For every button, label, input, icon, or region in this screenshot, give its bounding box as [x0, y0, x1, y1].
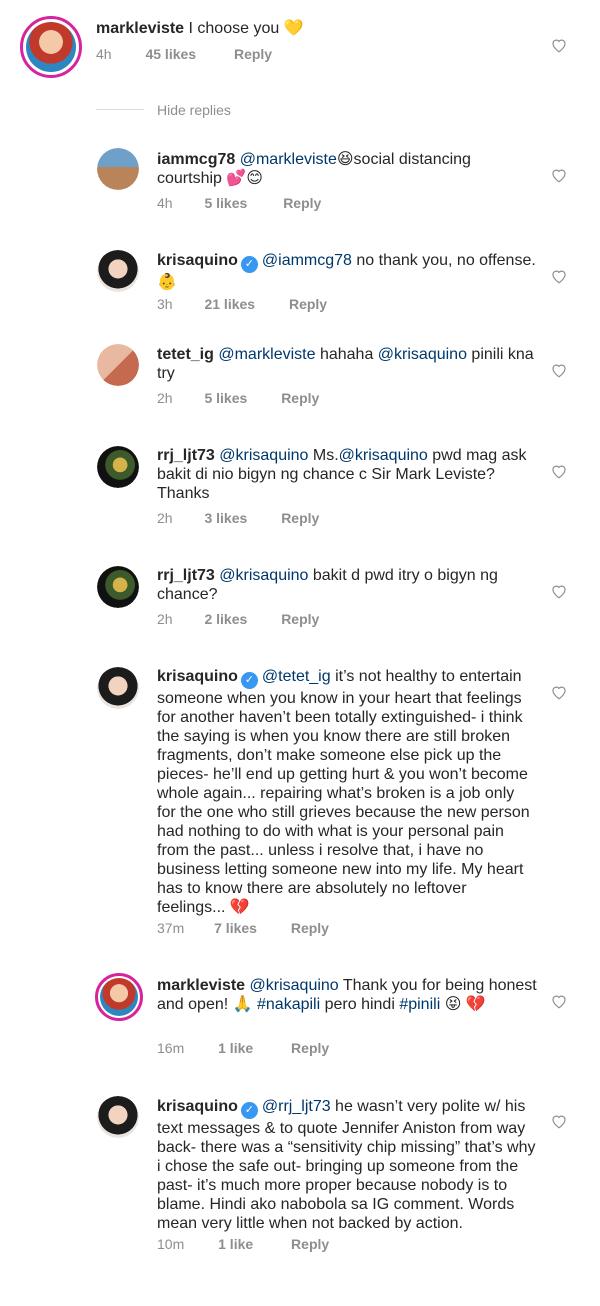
comment-meta: 2h 5 likes Reply: [157, 390, 319, 406]
comment-meta: 2h 3 likes Reply: [157, 510, 319, 526]
likes-count[interactable]: 2 likes: [204, 611, 247, 627]
timestamp: 2h: [157, 390, 173, 406]
likes-count[interactable]: 5 likes: [204, 390, 247, 406]
timestamp: 4h: [96, 46, 112, 62]
mention-link[interactable]: @markleviste: [218, 346, 315, 363]
heart-outline-icon[interactable]: [550, 462, 568, 480]
reply-button[interactable]: Reply: [281, 390, 319, 406]
username[interactable]: markleviste: [96, 20, 184, 37]
comment-meta: 3h 21 likes Reply: [157, 296, 327, 312]
avatar[interactable]: [97, 148, 139, 190]
avatar[interactable]: [95, 973, 143, 1021]
timestamp: 16m: [157, 1040, 185, 1056]
reply-button[interactable]: Reply: [281, 510, 319, 526]
likes-count[interactable]: 7 likes: [214, 920, 257, 936]
likes-count[interactable]: 3 likes: [204, 510, 247, 526]
heart-outline-icon[interactable]: [550, 36, 568, 54]
heart-outline-icon[interactable]: [550, 166, 568, 184]
hashtag-link[interactable]: #pinili: [399, 996, 440, 1013]
avatar[interactable]: [97, 667, 139, 709]
likes-count[interactable]: 5 likes: [204, 195, 247, 211]
comment-body: he wasn’t very polite w/ his text messag…: [157, 1098, 536, 1232]
mention-link[interactable]: @krisaquino: [378, 346, 467, 363]
avatar[interactable]: [97, 250, 139, 292]
mention-link[interactable]: @krisaquino: [219, 567, 308, 584]
likes-count[interactable]: 21 likes: [204, 296, 255, 312]
timestamp: 4h: [157, 195, 173, 211]
timestamp: 37m: [157, 920, 185, 936]
heart-outline-icon[interactable]: [550, 1112, 568, 1130]
verified-badge-icon: ✓: [240, 1102, 258, 1119]
likes-count[interactable]: 1 like: [218, 1040, 253, 1056]
comment-text: krisaquino ✓ @tetet_ig it’s not healthy to…: [157, 667, 537, 917]
mention-link[interactable]: @krisaquino: [339, 447, 428, 464]
username[interactable]: krisaquino: [157, 668, 238, 685]
likes-count[interactable]: 45 likes: [145, 46, 196, 62]
reply-button[interactable]: Reply: [291, 1040, 329, 1056]
heart-outline-icon[interactable]: [550, 582, 568, 600]
comment-text: iammcg78 @markleviste😆social distancing …: [157, 150, 537, 188]
username[interactable]: tetet_ig: [157, 346, 214, 363]
comment-text: markleviste I choose you 💛: [96, 19, 536, 38]
comment-text: rrj_ljt73 @krisaquino Ms.@krisaquino pwd…: [157, 446, 537, 503]
reply-button[interactable]: Reply: [291, 1236, 329, 1252]
username[interactable]: iammcg78: [157, 151, 235, 168]
likes-count[interactable]: 1 like: [218, 1236, 253, 1252]
username[interactable]: rrj_ljt73: [157, 567, 215, 584]
comment-text: krisaquino ✓ @iammcg78 no thank you, no of…: [157, 251, 537, 292]
comment-text: markleviste @krisaquino Thank you for be…: [157, 976, 537, 1014]
comment-meta: 4h 45 likes Reply: [96, 46, 272, 62]
comment-meta: 2h 2 likes Reply: [157, 611, 319, 627]
comment-meta: 4h 5 likes Reply: [157, 195, 321, 211]
verified-badge-icon: ✓: [240, 672, 258, 689]
avatar[interactable]: [97, 344, 139, 386]
mention-link[interactable]: @krisaquino: [219, 447, 308, 464]
reply-button[interactable]: Reply: [289, 296, 327, 312]
timestamp: 3h: [157, 296, 173, 312]
mention-link[interactable]: @markleviste: [240, 151, 337, 168]
reply-button[interactable]: Reply: [281, 611, 319, 627]
username[interactable]: krisaquino: [157, 1098, 238, 1115]
reply-button[interactable]: Reply: [234, 46, 272, 62]
comment-body: it’s not healthy to entertain someone wh…: [157, 668, 530, 916]
avatar[interactable]: [20, 16, 82, 78]
hashtag-link[interactable]: #nakapili: [257, 996, 320, 1013]
mention-link[interactable]: @krisaquino: [250, 977, 339, 994]
divider: [96, 109, 144, 110]
comment-meta: 37m 7 likes Reply: [157, 920, 329, 936]
avatar[interactable]: [97, 446, 139, 488]
reply-button[interactable]: Reply: [291, 920, 329, 936]
timestamp: 2h: [157, 611, 173, 627]
username[interactable]: rrj_ljt73: [157, 447, 215, 464]
comment-text: rrj_ljt73 @krisaquino bakit d pwd itry o…: [157, 566, 537, 604]
comment-text: krisaquino ✓ @rrj_ljt73 he wasn’t very pol…: [157, 1097, 537, 1233]
heart-outline-icon[interactable]: [550, 683, 568, 701]
avatar[interactable]: [97, 1096, 139, 1138]
hide-replies-button[interactable]: Hide replies: [157, 102, 231, 118]
avatar[interactable]: [97, 566, 139, 608]
mention-link[interactable]: @rrj_ljt73: [262, 1098, 331, 1115]
comment-body: 😝 💔: [440, 996, 486, 1013]
comment-body: Ms.: [308, 447, 339, 464]
timestamp: 10m: [157, 1236, 185, 1252]
username[interactable]: krisaquino: [157, 252, 238, 269]
comment-text: tetet_ig @markleviste hahaha @krisaquino…: [157, 345, 537, 383]
comment-meta: 16m 1 like Reply: [157, 1040, 329, 1056]
heart-outline-icon[interactable]: [550, 267, 568, 285]
timestamp: 2h: [157, 510, 173, 526]
comment-meta: 10m 1 like Reply: [157, 1236, 329, 1252]
reply-button[interactable]: Reply: [283, 195, 321, 211]
comment-body: I choose you 💛: [188, 20, 304, 37]
username[interactable]: markleviste: [157, 977, 245, 994]
heart-outline-icon[interactable]: [550, 992, 568, 1010]
heart-outline-icon[interactable]: [550, 361, 568, 379]
verified-badge-icon: ✓: [240, 256, 258, 273]
comment-body: hahaha: [315, 346, 378, 363]
comment-body: pero hindi: [320, 996, 400, 1013]
mention-link[interactable]: @iammcg78: [262, 252, 352, 269]
mention-link[interactable]: @tetet_ig: [262, 668, 331, 685]
